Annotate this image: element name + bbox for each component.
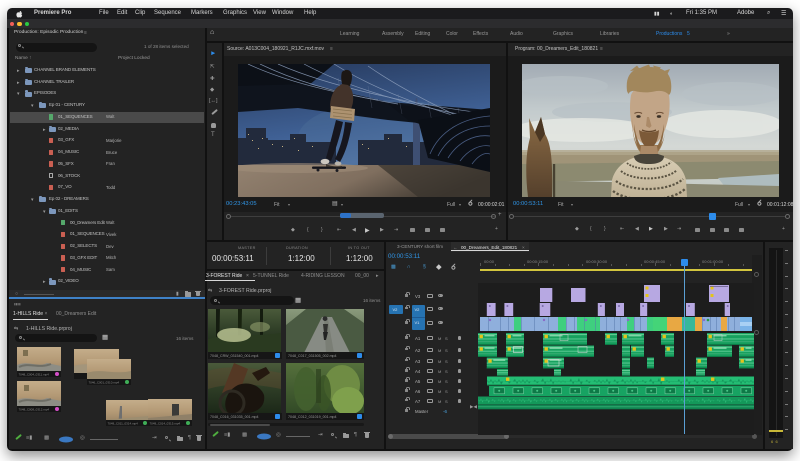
svg-text:7048_C008_0312.mp4: 7048_C008_0312.mp4	[19, 407, 50, 411]
svg-text:7049_C014_0315.mp4: 7049_C014_0315.mp4	[150, 421, 181, 425]
svg-text:7046_C001_0310.mp4: 7046_C001_0310.mp4	[89, 380, 120, 384]
svg-text:7049_C011_0314.mp4: 7049_C011_0314.mp4	[108, 421, 139, 425]
svg-text:7048_C004_0311.mp4: 7048_C004_0311.mp4	[19, 372, 50, 376]
